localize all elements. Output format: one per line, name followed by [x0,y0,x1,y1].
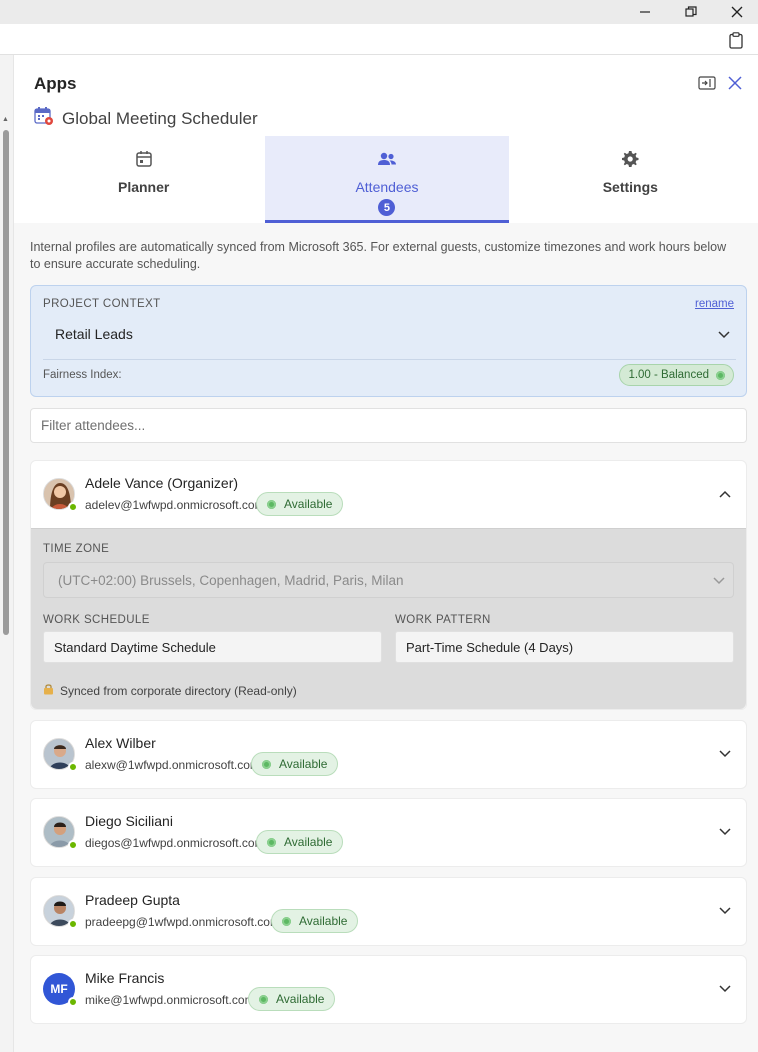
attendee-name: Diego Siciliani [85,813,173,829]
chevron-down-icon [713,573,725,588]
attendee-card: Pradeep Gupta pradeepg@1wfwpd.onmicrosof… [30,877,747,946]
status-dot-icon [267,837,276,847]
tab-bar: Planner Attendees 5 Settings [22,136,752,223]
presence-available-icon [68,919,78,929]
status-dot-icon [267,499,276,509]
fairness-value: 1.00 - Balanced [628,369,709,381]
timezone-value: (UTC+02:00) Brussels, Copenhagen, Madrid… [58,572,404,588]
fairness-badge: 1.00 - Balanced [619,364,734,386]
chevron-down-icon [718,326,730,342]
tab-settings-label: Settings [602,179,658,195]
status-badge: Available [271,909,359,933]
project-context-label: PROJECT CONTEXT [43,298,161,310]
status-badge: Available [248,987,336,1011]
status-text: Available [284,835,333,849]
attendee-card-header[interactable]: MF Mike Francis mike@1wfwpd.onmicrosoft.… [31,956,746,1023]
status-text: Available [299,914,348,928]
restore-icon[interactable] [668,0,714,24]
panel-title: Apps [34,74,77,93]
attendee-name: Pradeep Gupta [85,892,180,908]
tab-planner-label: Planner [117,179,170,195]
attendee-email: diegos@1wfwpd.onmicrosoft.com [85,836,265,850]
status-text: Available [279,757,328,771]
synced-note-text: Synced from corporate directory (Read-on… [60,683,297,698]
work-schedule-field: Standard Daytime Schedule [43,631,382,663]
clipboard-icon[interactable] [726,30,746,50]
presence-available-icon [68,502,78,512]
chevron-down-icon[interactable] [718,904,732,918]
presence-available-icon [68,762,78,772]
chevron-down-icon[interactable] [718,825,732,839]
attendee-details: TIME ZONE (UTC+02:00) Brussels, Copenhag… [31,528,746,709]
minimize-icon[interactable] [622,0,668,24]
tab-planner[interactable]: Planner [22,136,265,223]
work-schedule-label: WORK SCHEDULE [43,614,150,626]
status-dot-icon [259,994,268,1004]
chevron-up-icon[interactable] [718,487,732,501]
pop-out-icon[interactable] [696,72,718,94]
calendar-app-icon [34,106,54,131]
tab-attendees-label: Attendees [355,179,419,195]
panel-header: Apps Global Meeting Scheduler Planner At… [14,55,758,223]
attendee-card-header[interactable]: Alex Wilber alexw@1wfwpd.onmicrosoft.com… [31,721,746,788]
calendar-icon [135,150,153,173]
divider [43,359,736,360]
attendee-card: Diego Siciliani diegos@1wfwpd.onmicrosof… [30,798,747,867]
work-pattern-label: WORK PATTERN [395,614,491,626]
attendee-card-header[interactable]: Adele Vance (Organizer) adelev@1wfwpd.on… [31,461,746,528]
status-text: Available [276,992,325,1006]
status-badge: Available [251,752,339,776]
toolbar [0,24,758,55]
app-title-row: Global Meeting Scheduler [34,106,258,131]
sync-info-text: Internal profiles are automatically sync… [30,240,727,271]
work-pattern-field: Part-Time Schedule (4 Days) [395,631,734,663]
status-badge: Available [256,830,344,854]
rename-link[interactable]: rename [695,298,734,310]
synced-note: Synced from corporate directory (Read-on… [43,683,297,698]
chevron-down-icon[interactable] [718,982,732,996]
people-icon [377,150,397,173]
status-text: Available [284,497,333,511]
attendee-card-header[interactable]: Pradeep Gupta pradeepg@1wfwpd.onmicrosof… [31,878,746,945]
close-icon[interactable] [714,0,758,24]
attendee-email: mike@1wfwpd.onmicrosoft.com [85,993,255,1007]
timezone-select: (UTC+02:00) Brussels, Copenhagen, Madrid… [43,562,734,598]
fairness-label: Fairness Index: [43,369,122,381]
presence-available-icon [68,997,78,1007]
tab-settings[interactable]: Settings [509,136,752,223]
lock-icon [43,683,54,698]
project-select[interactable]: Retail Leads [43,318,736,350]
attendee-card: Adele Vance (Organizer) adelev@1wfwpd.on… [30,460,747,710]
attendee-card-header[interactable]: Diego Siciliani diegos@1wfwpd.onmicrosof… [31,799,746,866]
status-badge: Available [256,492,344,516]
close-panel-icon[interactable] [724,72,746,94]
project-select-value: Retail Leads [55,326,133,342]
status-dot-icon [282,916,291,926]
attendee-name: Mike Francis [85,970,165,986]
timezone-label: TIME ZONE [43,543,110,555]
project-context-box: PROJECT CONTEXT rename Retail Leads Fair… [30,285,747,397]
attendee-name: Adele Vance (Organizer) [85,475,239,491]
attendee-email: adelev@1wfwpd.onmicrosoft.com [85,498,265,512]
attendee-email: alexw@1wfwpd.onmicrosoft.com [85,758,260,772]
window-titlebar [0,0,758,24]
scrollbar-thumb[interactable] [3,130,9,635]
attendee-email: pradeepg@1wfwpd.onmicrosoft.com [85,915,280,929]
attendees-count-badge: 5 [378,199,396,216]
presence-available-icon [68,840,78,850]
attendee-name: Alex Wilber [85,735,156,751]
filter-attendees-input[interactable] [30,408,747,443]
chevron-down-icon[interactable] [718,747,732,761]
app-name: Global Meeting Scheduler [62,108,258,128]
status-dot-icon [262,759,271,769]
apps-panel: Apps Global Meeting Scheduler Planner At… [13,55,758,1052]
gear-icon [621,150,639,173]
tab-attendees[interactable]: Attendees 5 [265,136,509,223]
scroll-up-arrow-icon[interactable]: ▲ [2,116,9,123]
status-dot-icon [716,370,725,380]
attendee-card: Alex Wilber alexw@1wfwpd.onmicrosoft.com… [30,720,747,789]
attendee-card: MF Mike Francis mike@1wfwpd.onmicrosoft.… [30,955,747,1024]
